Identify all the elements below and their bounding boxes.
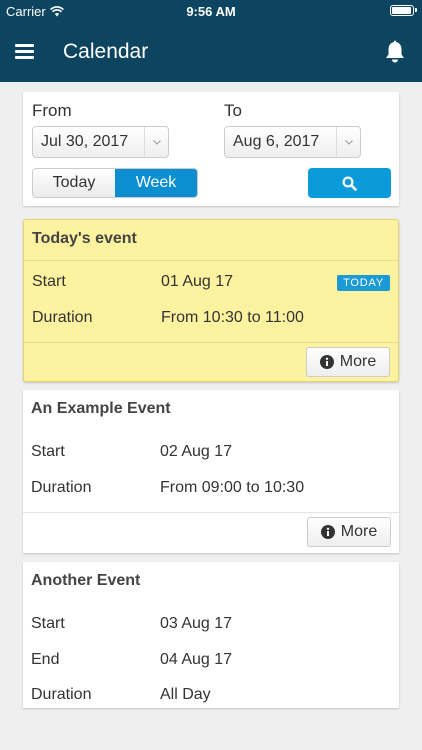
more-button[interactable]: More bbox=[306, 347, 390, 377]
to-label: To bbox=[224, 101, 242, 120]
status-bar: Carrier 9:56 AM bbox=[0, 0, 422, 22]
bell-icon[interactable] bbox=[384, 40, 406, 64]
week-toggle-button[interactable]: Week bbox=[115, 169, 197, 197]
top-bar: Carrier 9:56 AM Calendar bbox=[0, 0, 422, 82]
row-label: End bbox=[31, 651, 60, 668]
row-value: All Day bbox=[160, 686, 211, 703]
today-badge: TODAY bbox=[337, 275, 390, 291]
row-label: Duration bbox=[31, 479, 92, 496]
event-title: Another Event bbox=[31, 572, 141, 589]
row-value: 02 Aug 17 bbox=[160, 443, 233, 460]
from-date-value: Jul 30, 2017 bbox=[41, 133, 129, 150]
more-button[interactable]: More bbox=[307, 517, 391, 547]
battery-icon bbox=[390, 5, 417, 16]
row-value: 03 Aug 17 bbox=[160, 615, 233, 632]
divider bbox=[23, 512, 399, 513]
divider bbox=[24, 260, 398, 261]
row-label: Duration bbox=[32, 309, 93, 326]
row-label: Start bbox=[32, 273, 66, 290]
search-button[interactable] bbox=[308, 168, 391, 198]
today-toggle-button[interactable]: Today bbox=[33, 169, 115, 197]
from-label: From bbox=[32, 101, 72, 120]
event-card-today: Today's event Start 01 Aug 17 TODAY Dura… bbox=[23, 219, 399, 382]
event-title: An Example Event bbox=[31, 400, 171, 417]
divider bbox=[24, 342, 398, 343]
row-label: Duration bbox=[31, 686, 92, 703]
row-value: 01 Aug 17 bbox=[161, 273, 234, 290]
chevron-down-icon bbox=[144, 127, 168, 157]
to-date-value: Aug 6, 2017 bbox=[233, 133, 320, 150]
more-label: More bbox=[340, 523, 378, 540]
info-icon bbox=[319, 355, 334, 369]
row-value: 04 Aug 17 bbox=[160, 651, 233, 668]
row-value: From 09:00 to 10:30 bbox=[160, 479, 305, 496]
row-label: Start bbox=[31, 615, 65, 632]
date-filter-card: From Jul 30, 2017 To Aug 6, 2017 Today W… bbox=[23, 92, 399, 206]
info-icon bbox=[320, 525, 335, 539]
range-toggle: Today Week bbox=[32, 168, 198, 198]
row-value: From 10:30 to 11:00 bbox=[161, 309, 304, 326]
event-card: Another Event Start 03 Aug 17 End 04 Aug… bbox=[23, 562, 399, 708]
row-label: Start bbox=[31, 443, 65, 460]
more-label: More bbox=[339, 353, 377, 370]
status-time: 9:56 AM bbox=[186, 4, 236, 19]
from-date-select[interactable]: Jul 30, 2017 bbox=[32, 126, 169, 158]
event-card: An Example Event Start 02 Aug 17 Duratio… bbox=[23, 390, 399, 553]
event-title: Today's event bbox=[32, 230, 137, 247]
to-date-select[interactable]: Aug 6, 2017 bbox=[224, 126, 361, 158]
search-icon bbox=[342, 175, 357, 191]
menu-icon[interactable] bbox=[15, 44, 34, 59]
page-title: Calendar bbox=[63, 40, 149, 63]
chevron-down-icon bbox=[336, 127, 360, 157]
nav-bar: Calendar bbox=[0, 22, 422, 82]
